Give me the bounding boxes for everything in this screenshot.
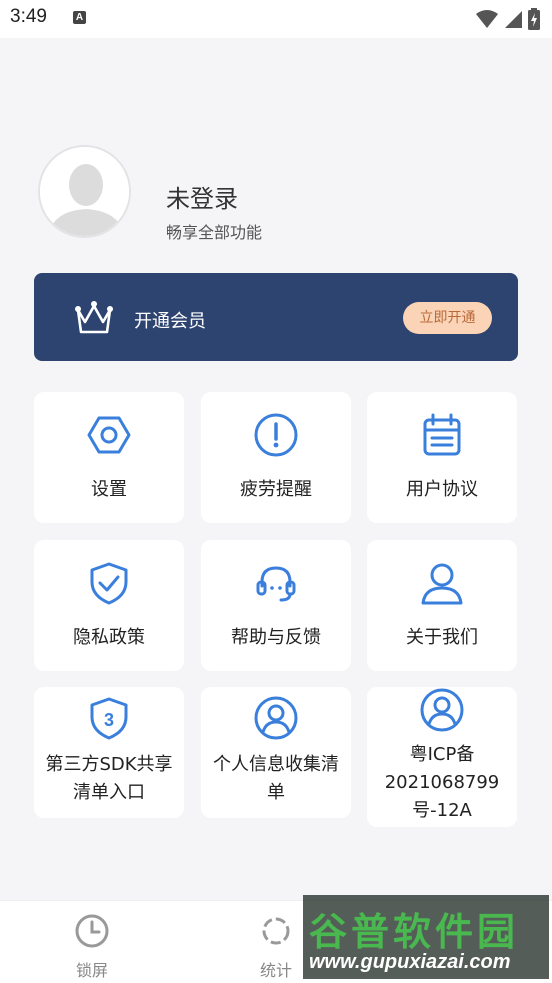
menu-item-user-agreement[interactable]: 用户协议 (367, 392, 517, 523)
notification-icon: A (73, 11, 86, 24)
menu-item-label: 帮助与反馈 (231, 627, 321, 648)
menu-item-fatigue-reminder[interactable]: 疲劳提醒 (201, 392, 351, 523)
status-time: 3:49 (10, 6, 47, 27)
nav-label: 锁屏 (75, 961, 108, 980)
menu-item-label: 隐私政策 (73, 627, 145, 648)
menu-item-label-line: 粤ICP备 (409, 744, 475, 765)
svg-text:3: 3 (104, 710, 114, 730)
user-icon (421, 563, 463, 605)
shield-3-icon: 3 (90, 697, 128, 740)
menu-item-label: 关于我们 (406, 627, 478, 648)
signal-icon (505, 11, 522, 28)
menu-item-label-line: 号-12A (412, 800, 472, 821)
alert-icon (254, 413, 298, 457)
watermark-url: www.gupuxiazai.com (309, 951, 511, 973)
menu-item-label-line: 2021068799 (384, 772, 500, 793)
settings-icon (87, 416, 131, 454)
profile-name[interactable]: 未登录 (166, 179, 238, 214)
user-circle-icon (420, 688, 464, 732)
battery-icon (528, 8, 540, 30)
vip-banner[interactable]: 开通会员 立即开通 (34, 273, 518, 361)
vip-label: 开通会员 (134, 311, 206, 332)
menu-item-label-line: 个人信息收集清 (213, 754, 339, 775)
headset-icon (256, 566, 296, 602)
menu-item-label: 第三方SDK共享 清单入口 (34, 751, 184, 807)
menu-item-icp-record[interactable]: 粤ICP备 2021068799 号-12A (367, 687, 517, 827)
avatar[interactable] (38, 145, 131, 238)
status-bar: 3:49 A (0, 0, 552, 38)
menu-item-label-line: 单 (267, 782, 285, 803)
clock-icon (75, 914, 109, 948)
watermark-title: 谷普软件园 (309, 910, 520, 954)
watermark: 谷普软件园 www.gupuxiazai.com (303, 895, 549, 979)
calendar-doc-icon (423, 413, 461, 456)
menu-item-label: 用户协议 (406, 479, 478, 500)
status-icons (476, 8, 540, 30)
menu-item-about-us[interactable]: 关于我们 (367, 540, 517, 671)
default-avatar-icon (40, 147, 129, 236)
menu-item-help-feedback[interactable]: 帮助与反馈 (201, 540, 351, 671)
menu-item-label-line: 清单入口 (73, 782, 145, 803)
menu-item-label: 疲劳提醒 (240, 479, 312, 500)
menu-item-label: 粤ICP备 2021068799 号-12A (367, 741, 517, 825)
activate-vip-button[interactable]: 立即开通 (403, 302, 492, 334)
menu-item-label: 设置 (91, 479, 127, 500)
wifi-icon (476, 10, 498, 28)
crown-icon (75, 301, 113, 334)
profile-subtitle: 畅享全部功能 (166, 223, 263, 242)
menu-item-settings[interactable]: 设置 (34, 392, 184, 523)
menu-item-third-party-sdk[interactable]: 3 第三方SDK共享 清单入口 (34, 687, 184, 818)
user-circle-icon (254, 696, 298, 740)
menu-item-privacy-policy[interactable]: 隐私政策 (34, 540, 184, 671)
menu-item-label: 个人信息收集清 单 (201, 751, 351, 807)
stats-icon (262, 917, 290, 945)
nav-item-lock-screen[interactable]: 锁屏 (52, 913, 132, 981)
menu-item-label-line: 第三方SDK共享 (45, 754, 173, 775)
menu-item-personal-info-list[interactable]: 个人信息收集清 单 (201, 687, 351, 818)
shield-check-icon (90, 562, 128, 605)
